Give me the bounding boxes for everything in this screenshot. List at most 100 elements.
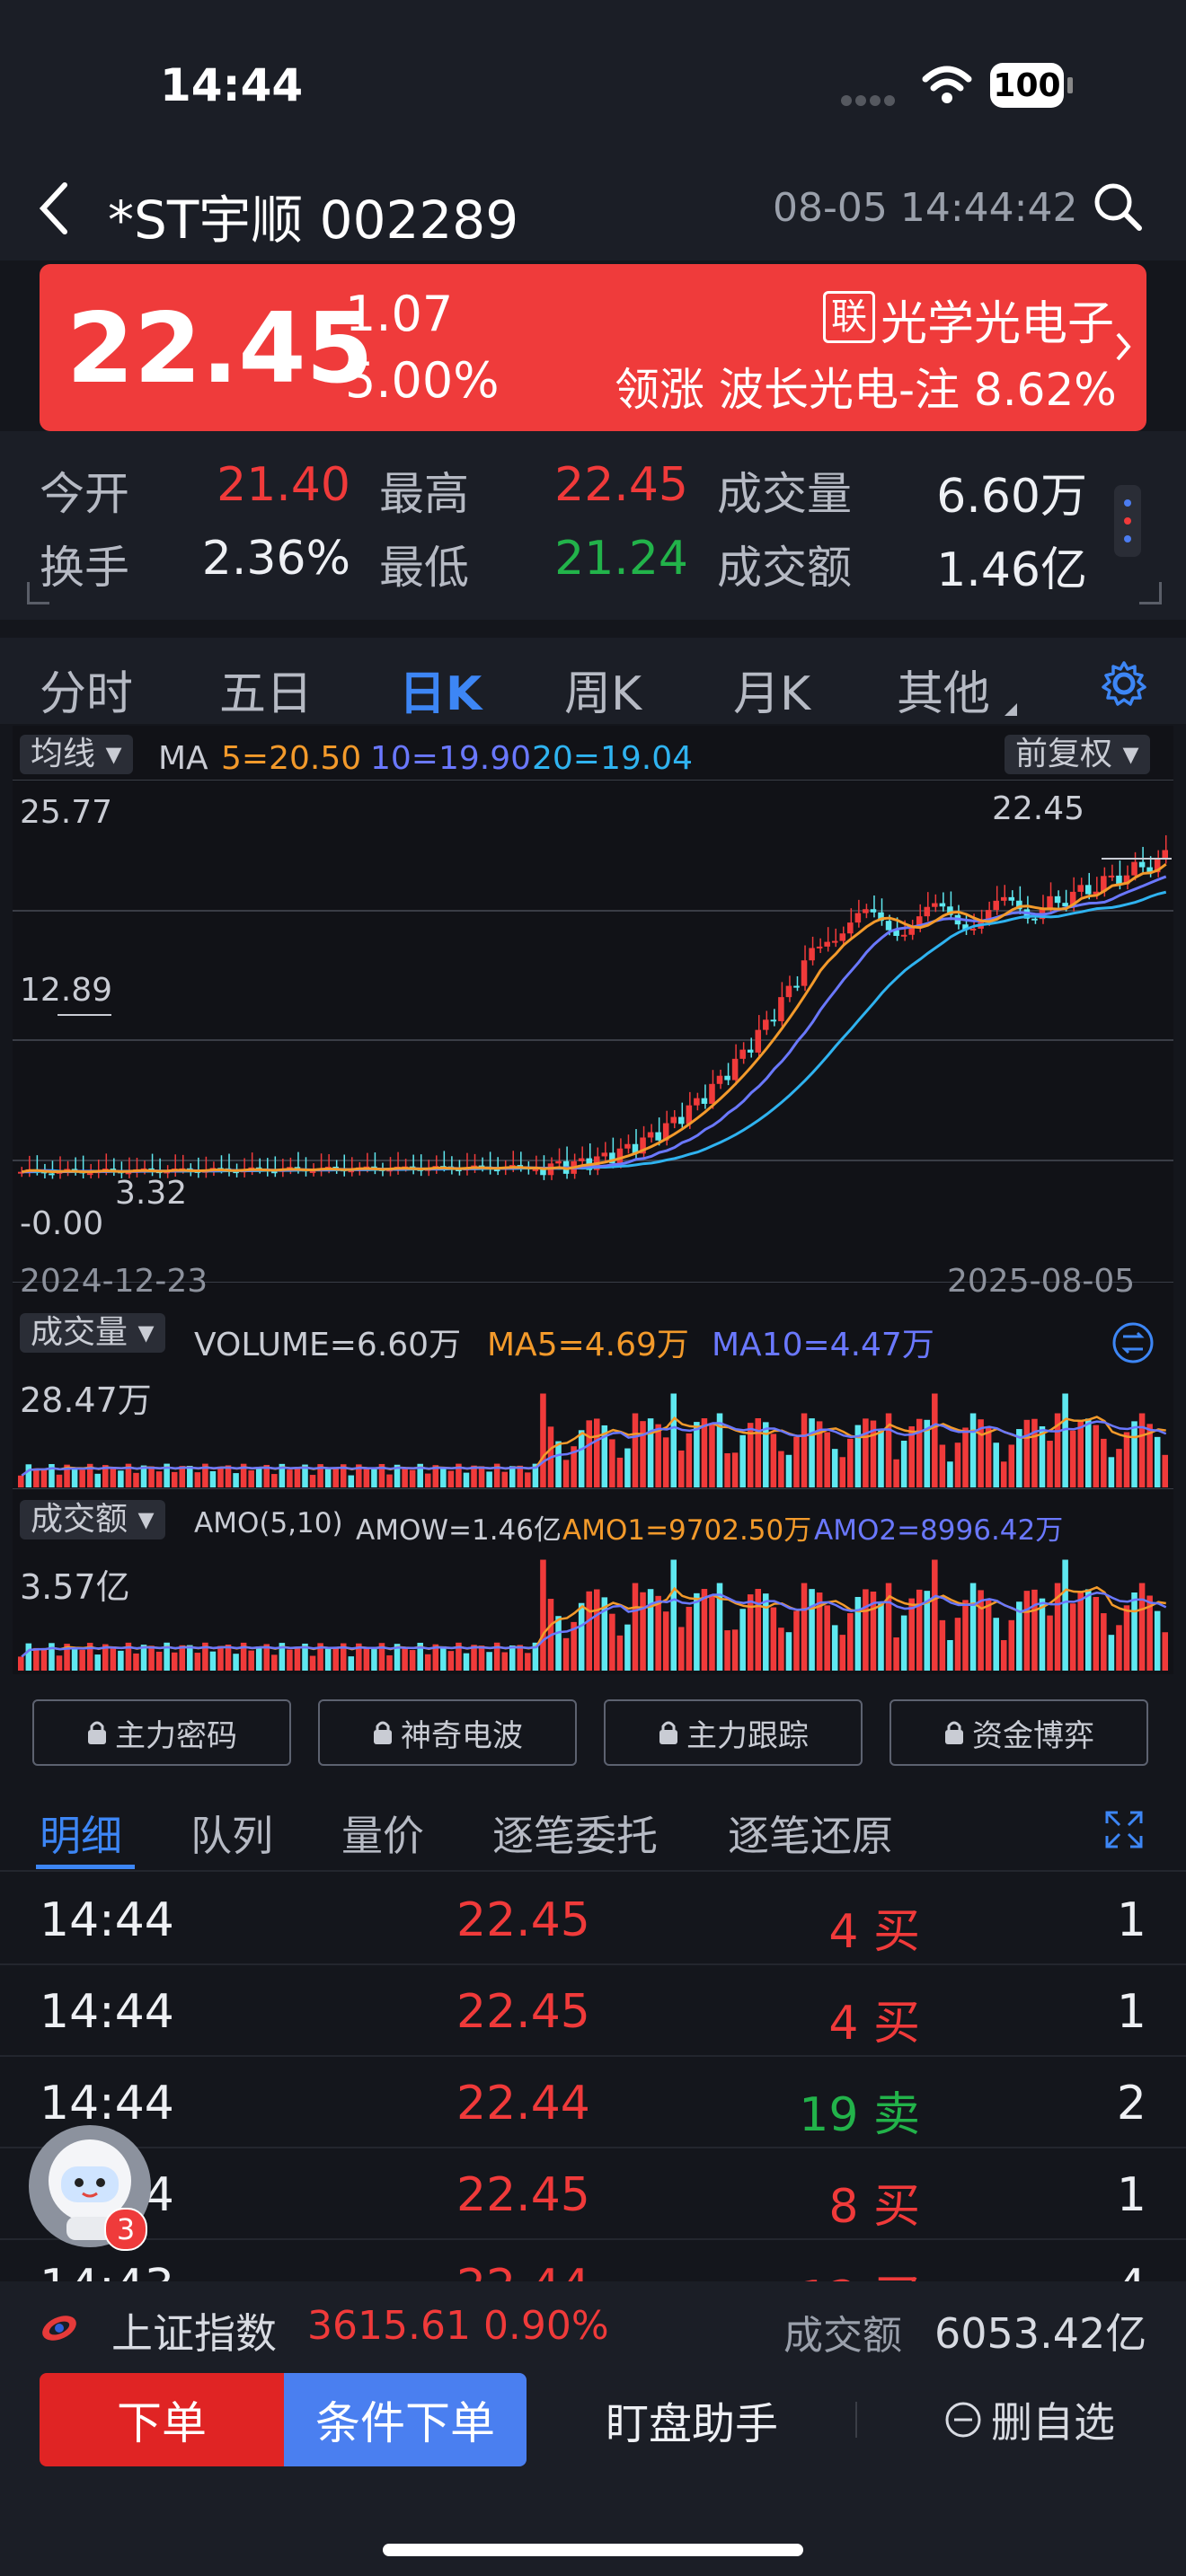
volume-bar [724, 1630, 730, 1671]
volume-bar [424, 1654, 431, 1671]
candle-body [694, 1098, 700, 1106]
order-button[interactable]: 下单 [40, 2373, 284, 2466]
volume-bar [647, 1589, 654, 1671]
volume-bar [1008, 1444, 1015, 1487]
candle-body [555, 1160, 562, 1164]
magic-wave-button[interactable]: 神奇电波 [318, 1699, 577, 1766]
amount-dropdown[interactable]: 成交额 ▾ [20, 1500, 165, 1539]
candle-body [678, 1116, 685, 1125]
fund-game-button[interactable]: 资金博弈 [890, 1699, 1148, 1766]
volume-bar [1108, 1457, 1115, 1487]
volume-bar [447, 1470, 455, 1487]
candle-body [763, 1019, 769, 1030]
tab-monthly-k[interactable]: 月K [733, 656, 810, 723]
expand-icon[interactable] [1103, 1809, 1145, 1854]
trade-time: 14:44 [40, 1985, 174, 2039]
volume-bar [402, 1467, 408, 1487]
volume-bar [854, 1425, 862, 1487]
corner-bracket-icon [27, 582, 49, 604]
index-amount-label: 成交额 [783, 2313, 902, 2359]
conditional-order-button[interactable]: 条件下单 [284, 2373, 527, 2466]
quote-summary: 今开 21.40 最高 22.45 成交量 6.60万 换手 2.36% 最低 … [0, 431, 1186, 620]
volume-bar [686, 1606, 693, 1671]
ma10-value: 10=19.90 [370, 740, 532, 777]
volume-bar [1000, 1640, 1007, 1671]
ma-dropdown[interactable]: 均线 ▾ [20, 735, 133, 774]
volume-bar [440, 1467, 447, 1487]
volume-bar [540, 1559, 546, 1671]
kline-chart-area[interactable]: 均线 ▾ MA 5=20.50 10=19.90 20=19.04 前复权 ▾ … [13, 726, 1173, 1674]
volume-bar [309, 1655, 316, 1671]
assistant-avatar[interactable]: 3 [27, 2123, 153, 2251]
tab-daily-k[interactable]: 日K [399, 656, 482, 723]
candle-body [731, 1058, 739, 1081]
price-banner[interactable]: 22.45 1.07 5.00% 联 光学光电子 领涨 波长光电-注 8.62% [40, 264, 1146, 431]
search-icon[interactable] [1093, 181, 1143, 235]
tab-intraday[interactable]: 分时 [40, 656, 133, 723]
volume-bar [179, 1645, 186, 1671]
candle-body [1077, 885, 1084, 892]
tab-weekly-k[interactable]: 周K [564, 656, 642, 723]
volume-bar [33, 1468, 40, 1487]
monitor-assistant-button[interactable]: 盯盘助手 [575, 2373, 809, 2466]
volume-bar [309, 1475, 316, 1487]
tab-five-day[interactable]: 五日 [219, 656, 313, 723]
tab-tick-orders[interactable]: 逐笔委托 [492, 1804, 658, 1863]
index-amount: 6053.42亿 [934, 2309, 1147, 2358]
volume-bar [486, 1471, 492, 1487]
amo1-value: AMO1=9702.50万 [562, 1514, 812, 1547]
volume-bar [133, 1653, 139, 1671]
volume-bar [1123, 1605, 1130, 1671]
volume-bar [1162, 1632, 1168, 1671]
volume-bar [578, 1602, 585, 1671]
volume-label: 成交量 [717, 468, 852, 520]
candle-body [493, 1169, 500, 1172]
volume-bar [110, 1646, 117, 1671]
tab-volume-price[interactable]: 量价 [341, 1804, 424, 1863]
tab-tick-restore[interactable]: 逐笔还原 [728, 1804, 893, 1863]
volume-bar [932, 1559, 938, 1671]
candle-body [532, 1169, 539, 1171]
tab-queue[interactable]: 队列 [190, 1804, 273, 1863]
trade-count: 1 [1116, 1985, 1146, 2039]
volume-bar [1131, 1592, 1137, 1671]
conditional-order-label: 条件下单 [315, 2397, 495, 2449]
volume-bar [148, 1466, 155, 1487]
volume-bar [155, 1471, 163, 1487]
battery-level: 100 [993, 66, 1061, 104]
candle-body [540, 1169, 546, 1176]
more-dots-icon[interactable] [1114, 485, 1141, 557]
volume-bar [670, 1559, 677, 1671]
volume-canvas [13, 1393, 1173, 1489]
tab-detail[interactable]: 明细 [40, 1804, 122, 1863]
volume-bar [1101, 1613, 1107, 1671]
volume-bar [1131, 1421, 1137, 1487]
volume-bar [939, 1619, 946, 1671]
volume-value: 6.60万 [936, 470, 1087, 524]
volume-bar [424, 1473, 431, 1487]
volume-bar [371, 1469, 377, 1487]
volume-dropdown[interactable]: 成交量 ▾ [20, 1313, 165, 1353]
adjust-dropdown[interactable]: 前复权 ▾ [1005, 735, 1150, 774]
volume-bar [478, 1466, 485, 1487]
volume-bar [632, 1583, 639, 1671]
volume-bar [686, 1433, 693, 1487]
main-force-tracking-button[interactable]: 主力跟踪 [604, 1699, 863, 1766]
tab-other[interactable]: 其他 [897, 656, 990, 723]
amount-value: 1.46亿 [936, 543, 1087, 597]
sector-name[interactable]: 光学光电子 [881, 286, 1114, 353]
volume-bar [678, 1450, 685, 1487]
volume-bar [1023, 1591, 1031, 1671]
index-name[interactable]: 上证指数 [111, 2301, 277, 2360]
volume-bar [900, 1441, 907, 1487]
candle-body [670, 1116, 677, 1124]
trade-time: 14:44 [40, 2077, 174, 2130]
volume-bar [255, 1467, 262, 1487]
volume-bar [409, 1650, 416, 1671]
remove-watchlist-button[interactable]: 删自选 [922, 2373, 1137, 2466]
main-force-code-button[interactable]: 主力密码 [32, 1699, 291, 1766]
volume-bar [187, 1465, 193, 1487]
settings-gear-icon[interactable] [1100, 659, 1148, 711]
volume-bar [486, 1652, 492, 1671]
back-icon[interactable] [36, 180, 72, 241]
